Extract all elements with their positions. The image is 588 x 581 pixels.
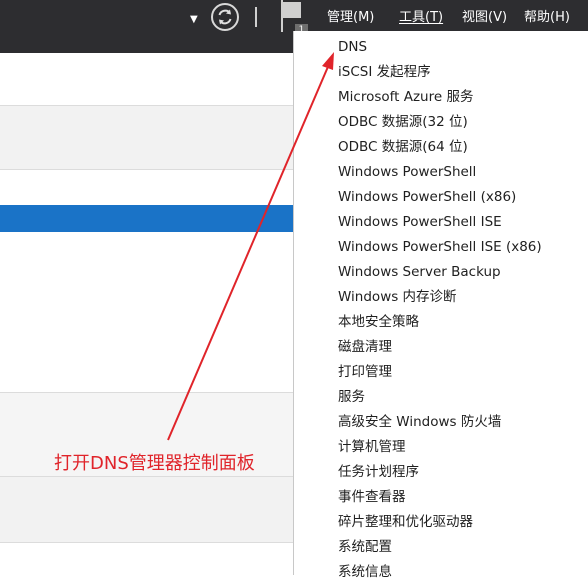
annotation-label: 打开DNS管理器控制面板: [54, 453, 255, 474]
annotation-arrow: [167, 52, 334, 441]
